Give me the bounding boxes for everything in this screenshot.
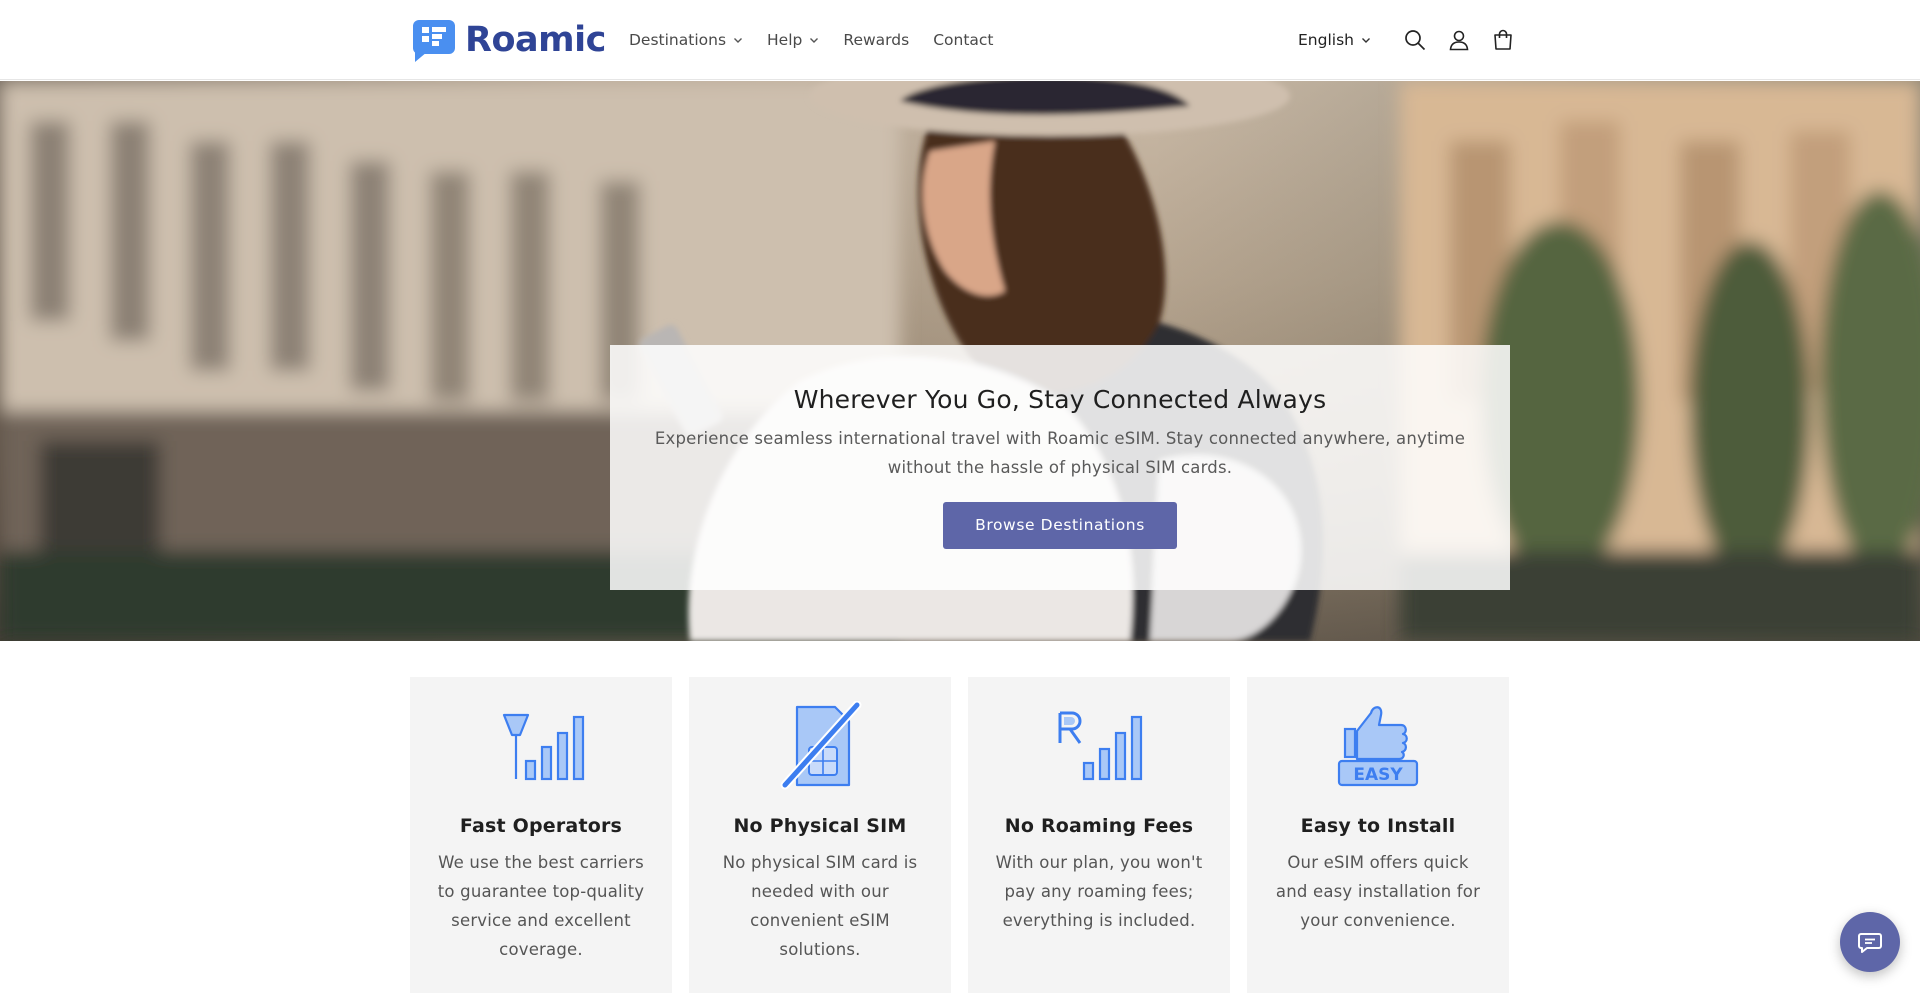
- cart-icon: [1494, 29, 1512, 50]
- easy-icon-text: EASY: [1353, 765, 1403, 785]
- feature-description: No physical SIM card is needed with our …: [722, 853, 918, 959]
- easy-thumbs-up-icon: EASY: [1337, 706, 1419, 787]
- feature-title: No Physical SIM: [733, 815, 907, 837]
- chat-button[interactable]: [1840, 912, 1900, 972]
- feature-card-no-roaming-fees: No Roaming Fees With our plan, you won't…: [968, 677, 1230, 993]
- nav-destinations[interactable]: Destinations: [629, 31, 743, 49]
- language-selector[interactable]: English: [1298, 31, 1371, 49]
- nav-help-label: Help: [767, 31, 803, 49]
- cart-button[interactable]: [1481, 18, 1525, 62]
- main-nav: Destinations Help Rewards Contact: [629, 0, 994, 80]
- chevron-down-icon: [734, 38, 743, 43]
- chevron-down-icon: [1361, 38, 1370, 43]
- account-button[interactable]: [1437, 18, 1481, 62]
- chat-icon: [1858, 933, 1882, 953]
- roaming-signal-icon: [1058, 711, 1143, 781]
- hero-card: Wherever You Go, Stay Connected Always E…: [610, 345, 1510, 590]
- nav-rewards[interactable]: Rewards: [843, 31, 909, 49]
- feature-card-no-physical-sim: No Physical SIM No physical SIM card is …: [689, 677, 951, 993]
- feature-card-fast-operators: Fast Operators We use the best carriers …: [410, 677, 672, 993]
- search-button[interactable]: [1393, 18, 1437, 62]
- browse-destinations-button[interactable]: Browse Destinations: [943, 502, 1177, 549]
- roamic-logo-icon: [413, 20, 455, 62]
- nav-rewards-label: Rewards: [843, 31, 910, 49]
- feature-description: We use the best carriers to guarantee to…: [437, 853, 645, 959]
- no-sim-icon: [780, 701, 862, 790]
- feature-description: Our eSIM offers quick and easy installat…: [1275, 853, 1481, 930]
- signal-antenna-icon: [502, 713, 585, 781]
- hero-banner: Wherever You Go, Stay Connected Always E…: [0, 81, 1920, 641]
- search-icon: [1405, 30, 1426, 51]
- brand-logo[interactable]: Roamic: [409, 18, 606, 62]
- chevron-down-icon: [810, 38, 819, 43]
- feature-description: With our plan, you won't pay any roaming…: [995, 853, 1203, 930]
- features-grid: Fast Operators We use the best carriers …: [410, 677, 1510, 993]
- nav-contact[interactable]: Contact: [933, 31, 993, 49]
- brand-name: Roamic: [465, 20, 606, 60]
- nav-help[interactable]: Help: [767, 31, 819, 49]
- feature-title: Easy to Install: [1300, 815, 1456, 837]
- site-header: Roamic Destinations Help Rewards Contact…: [0, 0, 1920, 80]
- header-actions: English: [1298, 0, 1525, 80]
- feature-card-easy-to-install: EASY Easy to Install Our eSIM offers qui…: [1247, 677, 1509, 993]
- feature-title: Fast Operators: [459, 815, 623, 837]
- feature-title: No Roaming Fees: [1004, 815, 1194, 837]
- nav-contact-label: Contact: [933, 31, 994, 49]
- nav-destinations-label: Destinations: [629, 31, 727, 49]
- hero-title: Wherever You Go, Stay Connected Always: [793, 385, 1327, 414]
- hero-subtitle: Experience seamless international travel…: [654, 429, 1466, 477]
- language-label: English: [1298, 31, 1354, 49]
- account-icon: [1449, 30, 1469, 51]
